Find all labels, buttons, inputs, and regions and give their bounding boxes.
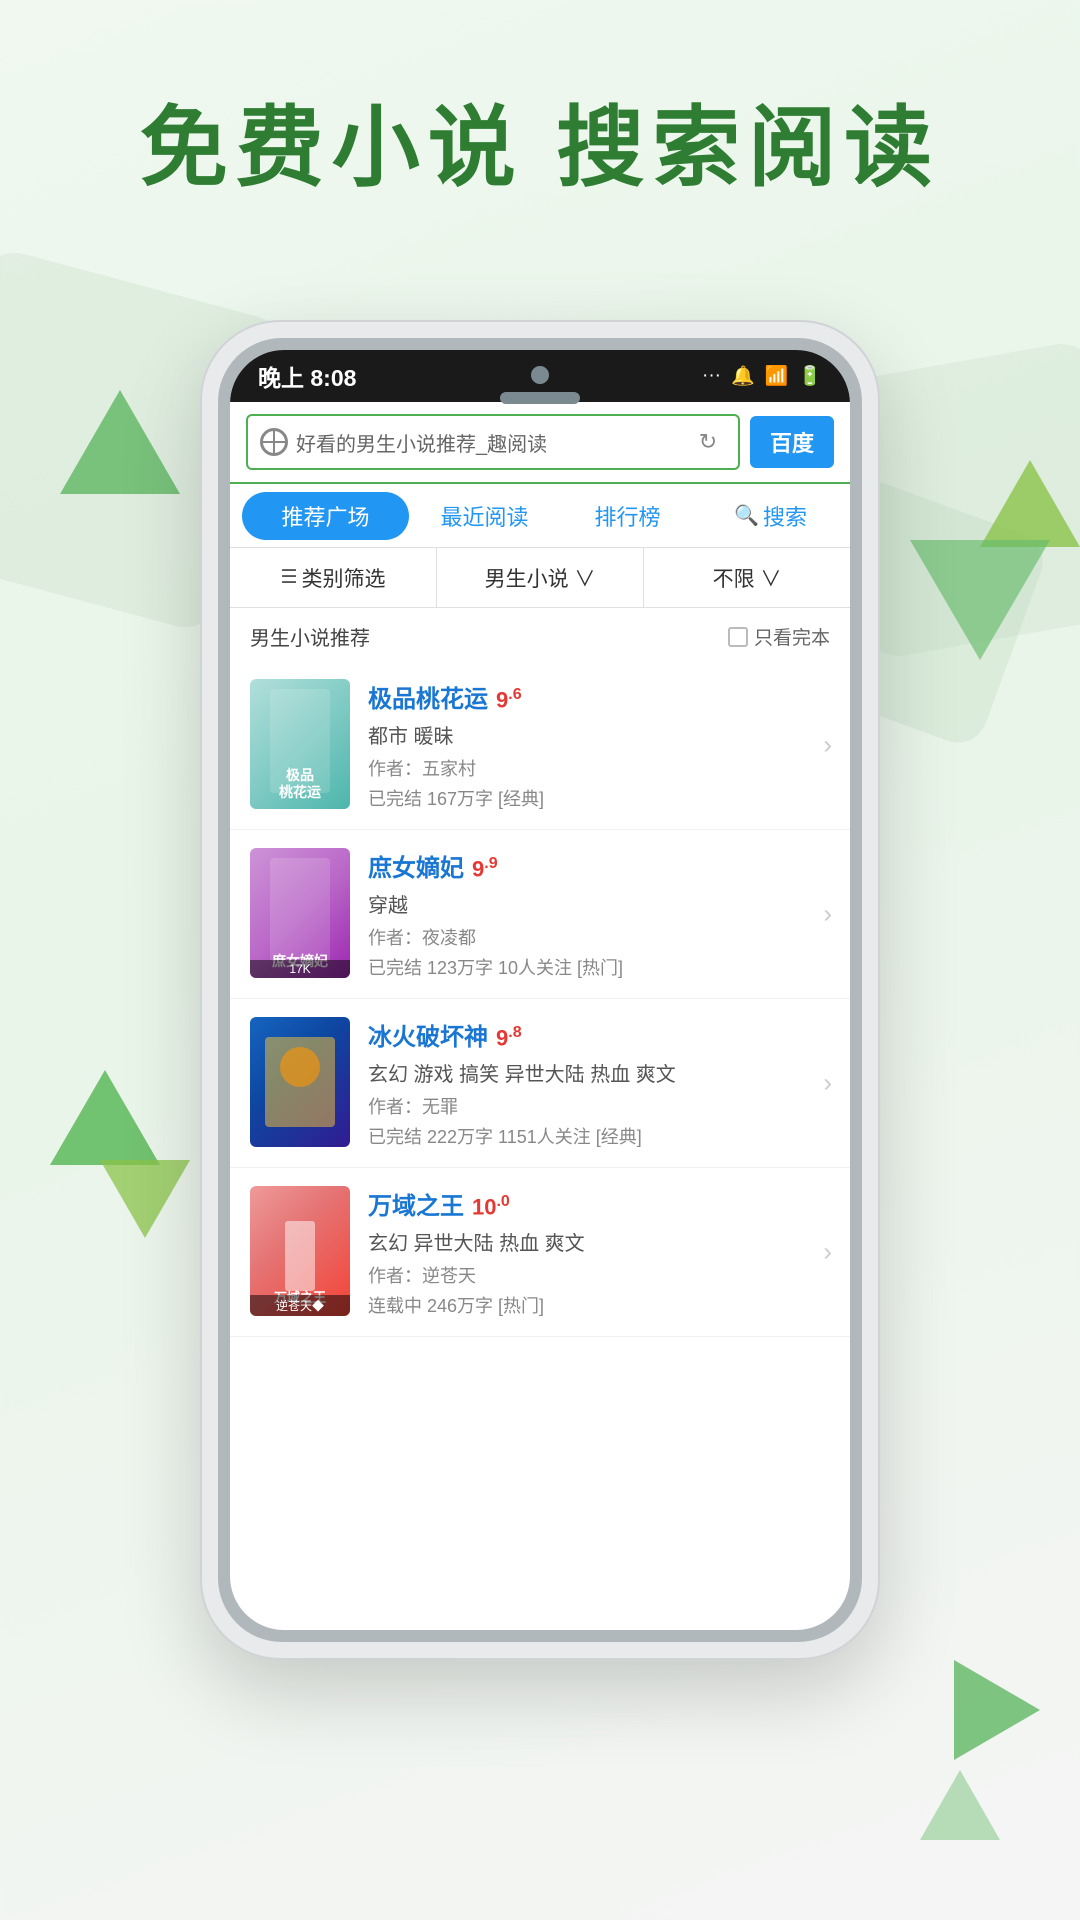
book-meta-4: 作者：逆苍天: [368, 1262, 830, 1288]
phone-inner-frame: 晚上 8:08 ··· 🔔 📶 🔋 好看的男生小说推荐_趣阅读 ↻: [218, 338, 862, 1642]
page-title: 免费小说 搜索阅读: [0, 100, 1080, 197]
globe-icon: [260, 428, 288, 456]
book-title-4: 万域之王: [368, 1186, 464, 1221]
status-icons: ··· 🔔 📶 🔋: [702, 364, 822, 388]
book-cover-3: [250, 1017, 350, 1147]
book-rating-3: 9.8: [496, 1024, 522, 1051]
phone-screen: 晚上 8:08 ··· 🔔 📶 🔋 好看的男生小说推荐_趣阅读 ↻: [230, 350, 850, 1630]
book-title-1: 极品桃花运: [368, 679, 488, 714]
browser-bar: 好看的男生小说推荐_趣阅读 ↻ 百度: [230, 402, 850, 484]
tab-ranking[interactable]: 排行榜: [556, 490, 699, 542]
book-list: 极品 桃花运 极品桃花运 9.6 都市 暖昧 作者：五家村: [230, 661, 850, 1337]
speaker-bar: [500, 392, 580, 404]
url-box[interactable]: 好看的男生小说推荐_趣阅读 ↻: [246, 414, 740, 470]
book-cover-4: 万域之王 逆苍天◆: [250, 1186, 350, 1316]
book-cover-2: 庶女嫡妃 17K: [250, 848, 350, 978]
phone-outer-frame: 晚上 8:08 ··· 🔔 📶 🔋 好看的男生小说推荐_趣阅读 ↻: [200, 320, 880, 1660]
phone-top-bar: [500, 366, 580, 404]
section-header: 男生小说推荐 只看完本: [230, 608, 850, 661]
triangle-decoration-6: [920, 1770, 1000, 1840]
mute-icon: 🔔: [731, 364, 755, 388]
battery-icon: 🔋: [798, 364, 822, 388]
chevron-right-icon-3: ›: [823, 1068, 832, 1099]
tab-recent[interactable]: 最近阅读: [413, 490, 556, 542]
tab-bar: 推荐广场 最近阅读 排行榜 🔍 搜索: [230, 484, 850, 548]
status-time: 晚上 8:08: [258, 359, 356, 393]
book-title-row-1: 极品桃花运 9.6: [368, 679, 830, 714]
book-item-3[interactable]: 冰火破坏神 9.8 玄幻 游戏 搞笑 异世大陆 热血 爽文 作者：无罪 已完结 …: [230, 999, 850, 1168]
book-info-1: 极品桃花运 9.6 都市 暖昧 作者：五家村 已完结 167万字 [经典]: [368, 679, 830, 811]
filter-bar: ☰ 类别筛选 男生小说 ∨ 不限 ∨: [230, 548, 850, 608]
book-title-row-2: 庶女嫡妃 9.9: [368, 848, 830, 883]
triangle-decoration-2: [100, 1160, 190, 1238]
book-genre-4: 玄幻 异世大陆 热血 爽文: [368, 1227, 830, 1256]
refresh-button[interactable]: ↻: [690, 424, 726, 460]
book-meta-3: 作者：无罪: [368, 1093, 830, 1119]
category-filter[interactable]: ☰ 类别筛选: [230, 548, 437, 607]
chevron-right-icon-2: ›: [823, 899, 832, 930]
complete-checkbox[interactable]: [728, 627, 748, 647]
book-rating-2: 9.9: [472, 855, 498, 882]
camera-dot: [531, 366, 549, 384]
search-icon: 🔍: [734, 503, 759, 528]
book-item-1[interactable]: 极品 桃花运 极品桃花运 9.6 都市 暖昧 作者：五家村: [230, 661, 850, 830]
gender-filter[interactable]: 男生小说 ∨: [437, 548, 644, 607]
chevron-right-icon-4: ›: [823, 1237, 832, 1268]
limit-filter[interactable]: 不限 ∨: [644, 548, 850, 607]
book-genre-2: 穿越: [368, 889, 830, 918]
book-cover-1: 极品 桃花运: [250, 679, 350, 809]
url-text: 好看的男生小说推荐_趣阅读: [296, 428, 682, 457]
book-item-4[interactable]: 万域之王 逆苍天◆ 万域之王 10.0 玄幻 异世大陆 热血: [230, 1168, 850, 1337]
section-title: 男生小说推荐: [250, 622, 370, 651]
tab-recommended[interactable]: 推荐广场: [242, 492, 409, 540]
triangle-decoration-1: [50, 1070, 160, 1165]
book-meta-1: 作者：五家村: [368, 755, 830, 781]
triangle-decoration-5: [910, 540, 1050, 660]
book-genre-1: 都市 暖昧: [368, 720, 830, 749]
cover-figure-2: [270, 858, 330, 962]
book-genre-3: 玄幻 游戏 搞笑 异世大陆 热血 爽文: [368, 1058, 830, 1087]
book-stats-1: 已完结 167万字 [经典]: [368, 785, 830, 811]
book-info-2: 庶女嫡妃 9.9 穿越 作者：夜凌都 已完结 123万字 10人关注 [热门]: [368, 848, 830, 980]
book-rating-4: 10.0: [472, 1193, 510, 1220]
book-info-3: 冰火破坏神 9.8 玄幻 游戏 搞笑 异世大陆 热血 爽文 作者：无罪 已完结 …: [368, 1017, 830, 1149]
wifi-icon: 📶: [765, 364, 789, 388]
book-stats-3: 已完结 222万字 1151人关注 [经典]: [368, 1123, 830, 1149]
triangle-decoration-7: [954, 1660, 1040, 1760]
book-meta-2: 作者：夜凌都: [368, 924, 830, 950]
book-title-row-3: 冰火破坏神 9.8: [368, 1017, 830, 1052]
phone-mockup: 晚上 8:08 ··· 🔔 📶 🔋 好看的男生小说推荐_趣阅读 ↻: [200, 320, 880, 1660]
chevron-right-icon-1: ›: [823, 730, 832, 761]
book-title-3: 冰火破坏神: [368, 1017, 488, 1052]
book-rating-1: 9.6: [496, 686, 522, 713]
only-complete-toggle[interactable]: 只看完本: [728, 623, 830, 650]
cover-badge-2: 17K: [250, 960, 350, 978]
book-stats-4: 连载中 246万字 [热门]: [368, 1292, 830, 1318]
signal-icon: ···: [702, 365, 721, 387]
cover-badge-4: 逆苍天◆: [250, 1295, 350, 1316]
cover-text-1: 极品 桃花运: [250, 767, 350, 801]
triangle-decoration-4: [980, 460, 1080, 547]
baidu-search-button[interactable]: 百度: [750, 416, 834, 468]
book-item-2[interactable]: 庶女嫡妃 17K 庶女嫡妃 9.9 穿越 作者：夜凌都: [230, 830, 850, 999]
triangle-decoration-3: [60, 390, 180, 494]
filter-list-icon: ☰: [280, 566, 297, 589]
book-stats-2: 已完结 123万字 10人关注 [热门]: [368, 954, 830, 980]
book-title-2: 庶女嫡妃: [368, 848, 464, 883]
book-title-row-4: 万域之王 10.0: [368, 1186, 830, 1221]
book-info-4: 万域之王 10.0 玄幻 异世大陆 热血 爽文 作者：逆苍天 连载中 246万字…: [368, 1186, 830, 1318]
tab-search[interactable]: 🔍 搜索: [699, 490, 842, 542]
